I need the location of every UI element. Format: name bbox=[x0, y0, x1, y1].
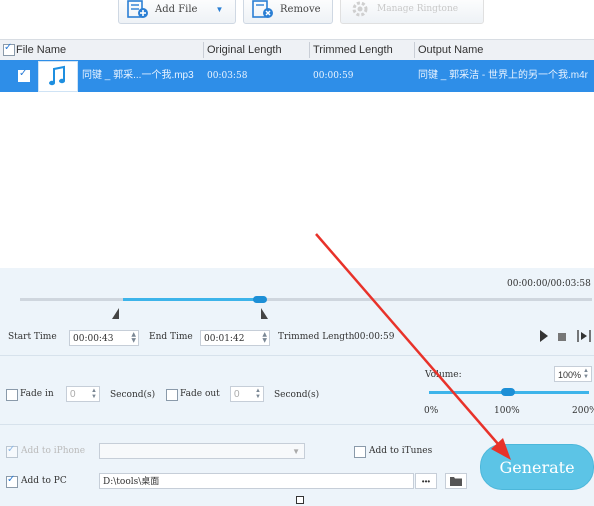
annotation-arrow bbox=[315, 233, 511, 460]
